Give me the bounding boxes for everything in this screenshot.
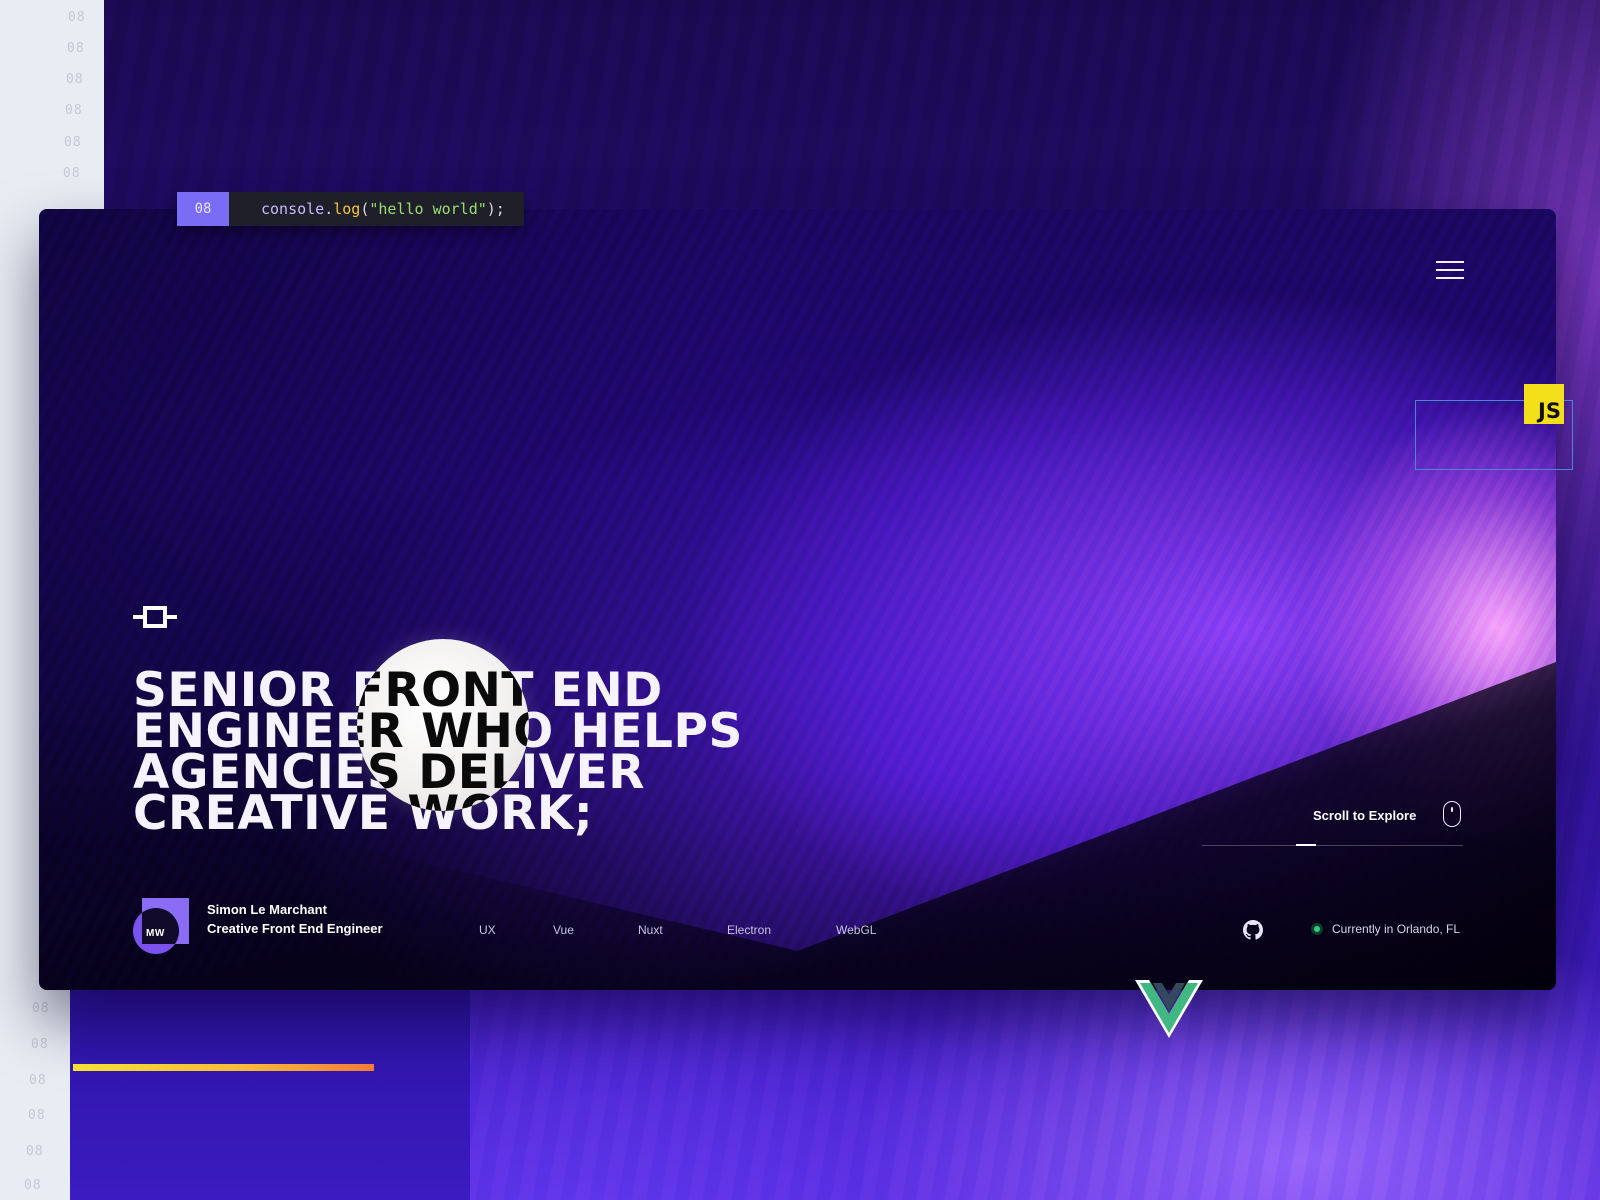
spotlight-headline-line: CREATIVE WORK; [357,790,529,811]
gutter-line-number: 08 [68,10,86,25]
code-method: log [333,200,361,218]
scroll-progress-track [1202,845,1463,846]
hamburger-menu-icon[interactable] [1436,261,1464,281]
tech-link-electron[interactable]: Electron [727,923,771,937]
console-snippet: 08 console.log("hello world"); [177,192,524,226]
brand-mark-icon [133,606,177,628]
gutter-line-number: 08 [66,72,84,87]
gutter-line-number: 08 [26,1144,44,1159]
loading-progress-fill [73,1064,374,1071]
gutter-line-number: 08 [67,41,85,56]
avatar[interactable]: MW [133,898,189,954]
tech-link-ux[interactable]: UX [479,923,496,937]
github-icon[interactable] [1243,920,1263,940]
page: 08 08 08 08 08 08 08 08 08 08 08 08 08 c… [0,0,1600,1200]
js-badge: JS [1524,384,1564,424]
vue-logo-icon [1135,980,1203,1038]
gutter-line-number: 08 [29,1073,47,1088]
profile-name: Simon Le Marchant [207,902,327,917]
gutter-line-number: 08 [64,135,82,150]
gutter-line-number: 08 [65,103,83,118]
code-paren-close: ); [486,200,505,218]
location-status: Currently in Orlando, FL [1332,922,1461,936]
tech-link-webgl[interactable]: WebGL [836,923,876,937]
gutter-line-number: 08 [24,1178,42,1193]
scroll-progress-thumb [1295,844,1316,846]
gutter-line-number: 08 [28,1108,46,1123]
console-line-number: 08 [177,192,229,226]
loading-progress-bar [73,1064,773,1071]
console-code: console.log("hello world"); [229,200,505,218]
gutter-line-number: 08 [63,166,81,181]
profile-role: Creative Front End Engineer [207,921,383,936]
status-indicator [1311,923,1323,935]
code-dot: . [324,200,334,218]
code-string: "hello world" [369,200,487,218]
avatar-initials: MW [146,928,165,939]
hero-card [39,209,1556,990]
tech-link-nuxt[interactable]: Nuxt [638,923,663,937]
scroll-to-explore-label[interactable]: Scroll to Explore [1313,808,1416,823]
code-object: console [261,200,325,218]
gutter-line-number: 08 [32,1001,50,1016]
gutter-line-number: 08 [31,1037,49,1052]
background-panel [70,990,470,1200]
spotlight-text-mask: SENIOR FRONT END ENGINEER WHO HELPS AGEN… [357,639,529,811]
tech-link-vue[interactable]: Vue [553,923,574,937]
mouse-icon[interactable] [1443,801,1461,827]
